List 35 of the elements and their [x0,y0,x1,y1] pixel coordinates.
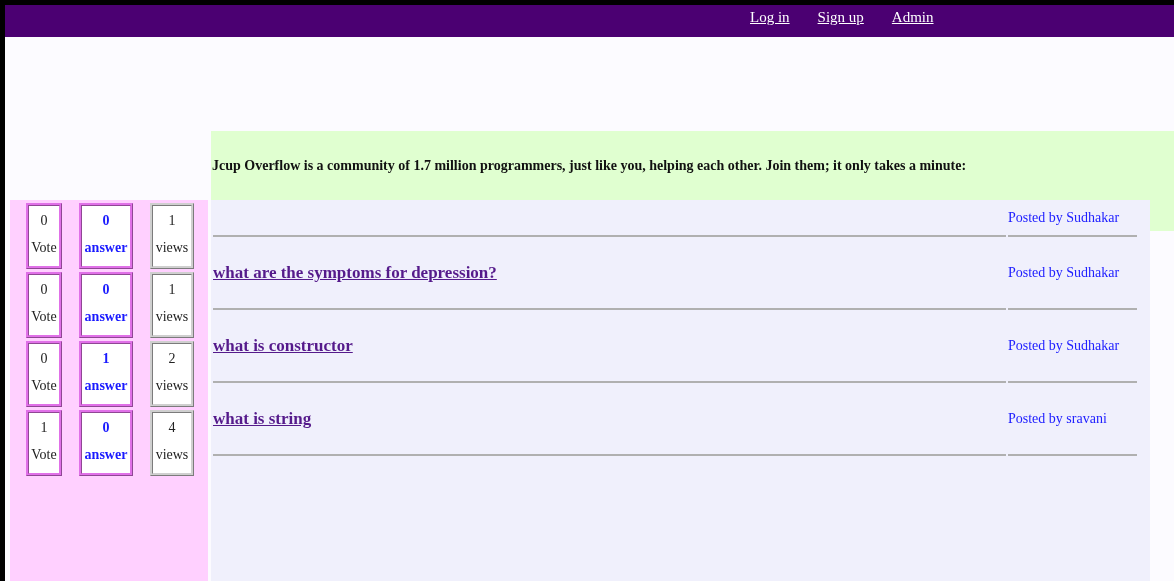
answer-number: 0 [102,420,110,436]
nav-link[interactable]: Log in [750,9,790,26]
view-label: views [155,309,189,325]
vote-number: 1 [40,420,48,436]
view-label: views [155,447,189,463]
nav-link[interactable]: Admin [891,9,934,26]
posted-by-text: Posted by Sudhakar [1008,264,1120,281]
answer-number: 0 [102,213,110,229]
answer-number: 0 [102,282,110,298]
vote-label: Vote [31,309,57,325]
vote-label: Vote [31,240,57,256]
view-label: views [155,240,189,256]
posted-by-text: Posted by Sudhakar [1008,337,1120,354]
vote-number: 0 [40,282,48,298]
answer-label: answer [84,240,128,256]
vote-label: Vote [31,378,57,394]
nav-link[interactable]: Sign up [817,9,864,26]
vote-number: 0 [40,213,48,229]
banner-text: Jcup Overflow is a community of 1.7 million programmers, just like you, helping each other. Join them; it only takes a minute: [212,158,967,174]
answer-number: 1 [102,351,110,367]
posted-by-text: Posted by Sudhakar [1008,209,1120,226]
question-link[interactable]: what is constructor [213,335,353,356]
answer-label: answer [84,378,128,394]
view-label: views [155,378,189,394]
answer-label: answer [84,447,128,463]
view-number: 4 [168,420,176,436]
vote-label: Vote [31,447,57,463]
question-link[interactable]: what are the symptoms for depression? [213,262,497,283]
view-number: 1 [168,213,176,229]
vote-number: 0 [40,351,48,367]
question-link[interactable]: what is string [213,408,312,429]
answer-label: answer [84,309,128,325]
view-number: 2 [168,351,176,367]
view-number: 1 [168,282,176,298]
posted-by-text: Posted by sravani [1008,410,1107,427]
